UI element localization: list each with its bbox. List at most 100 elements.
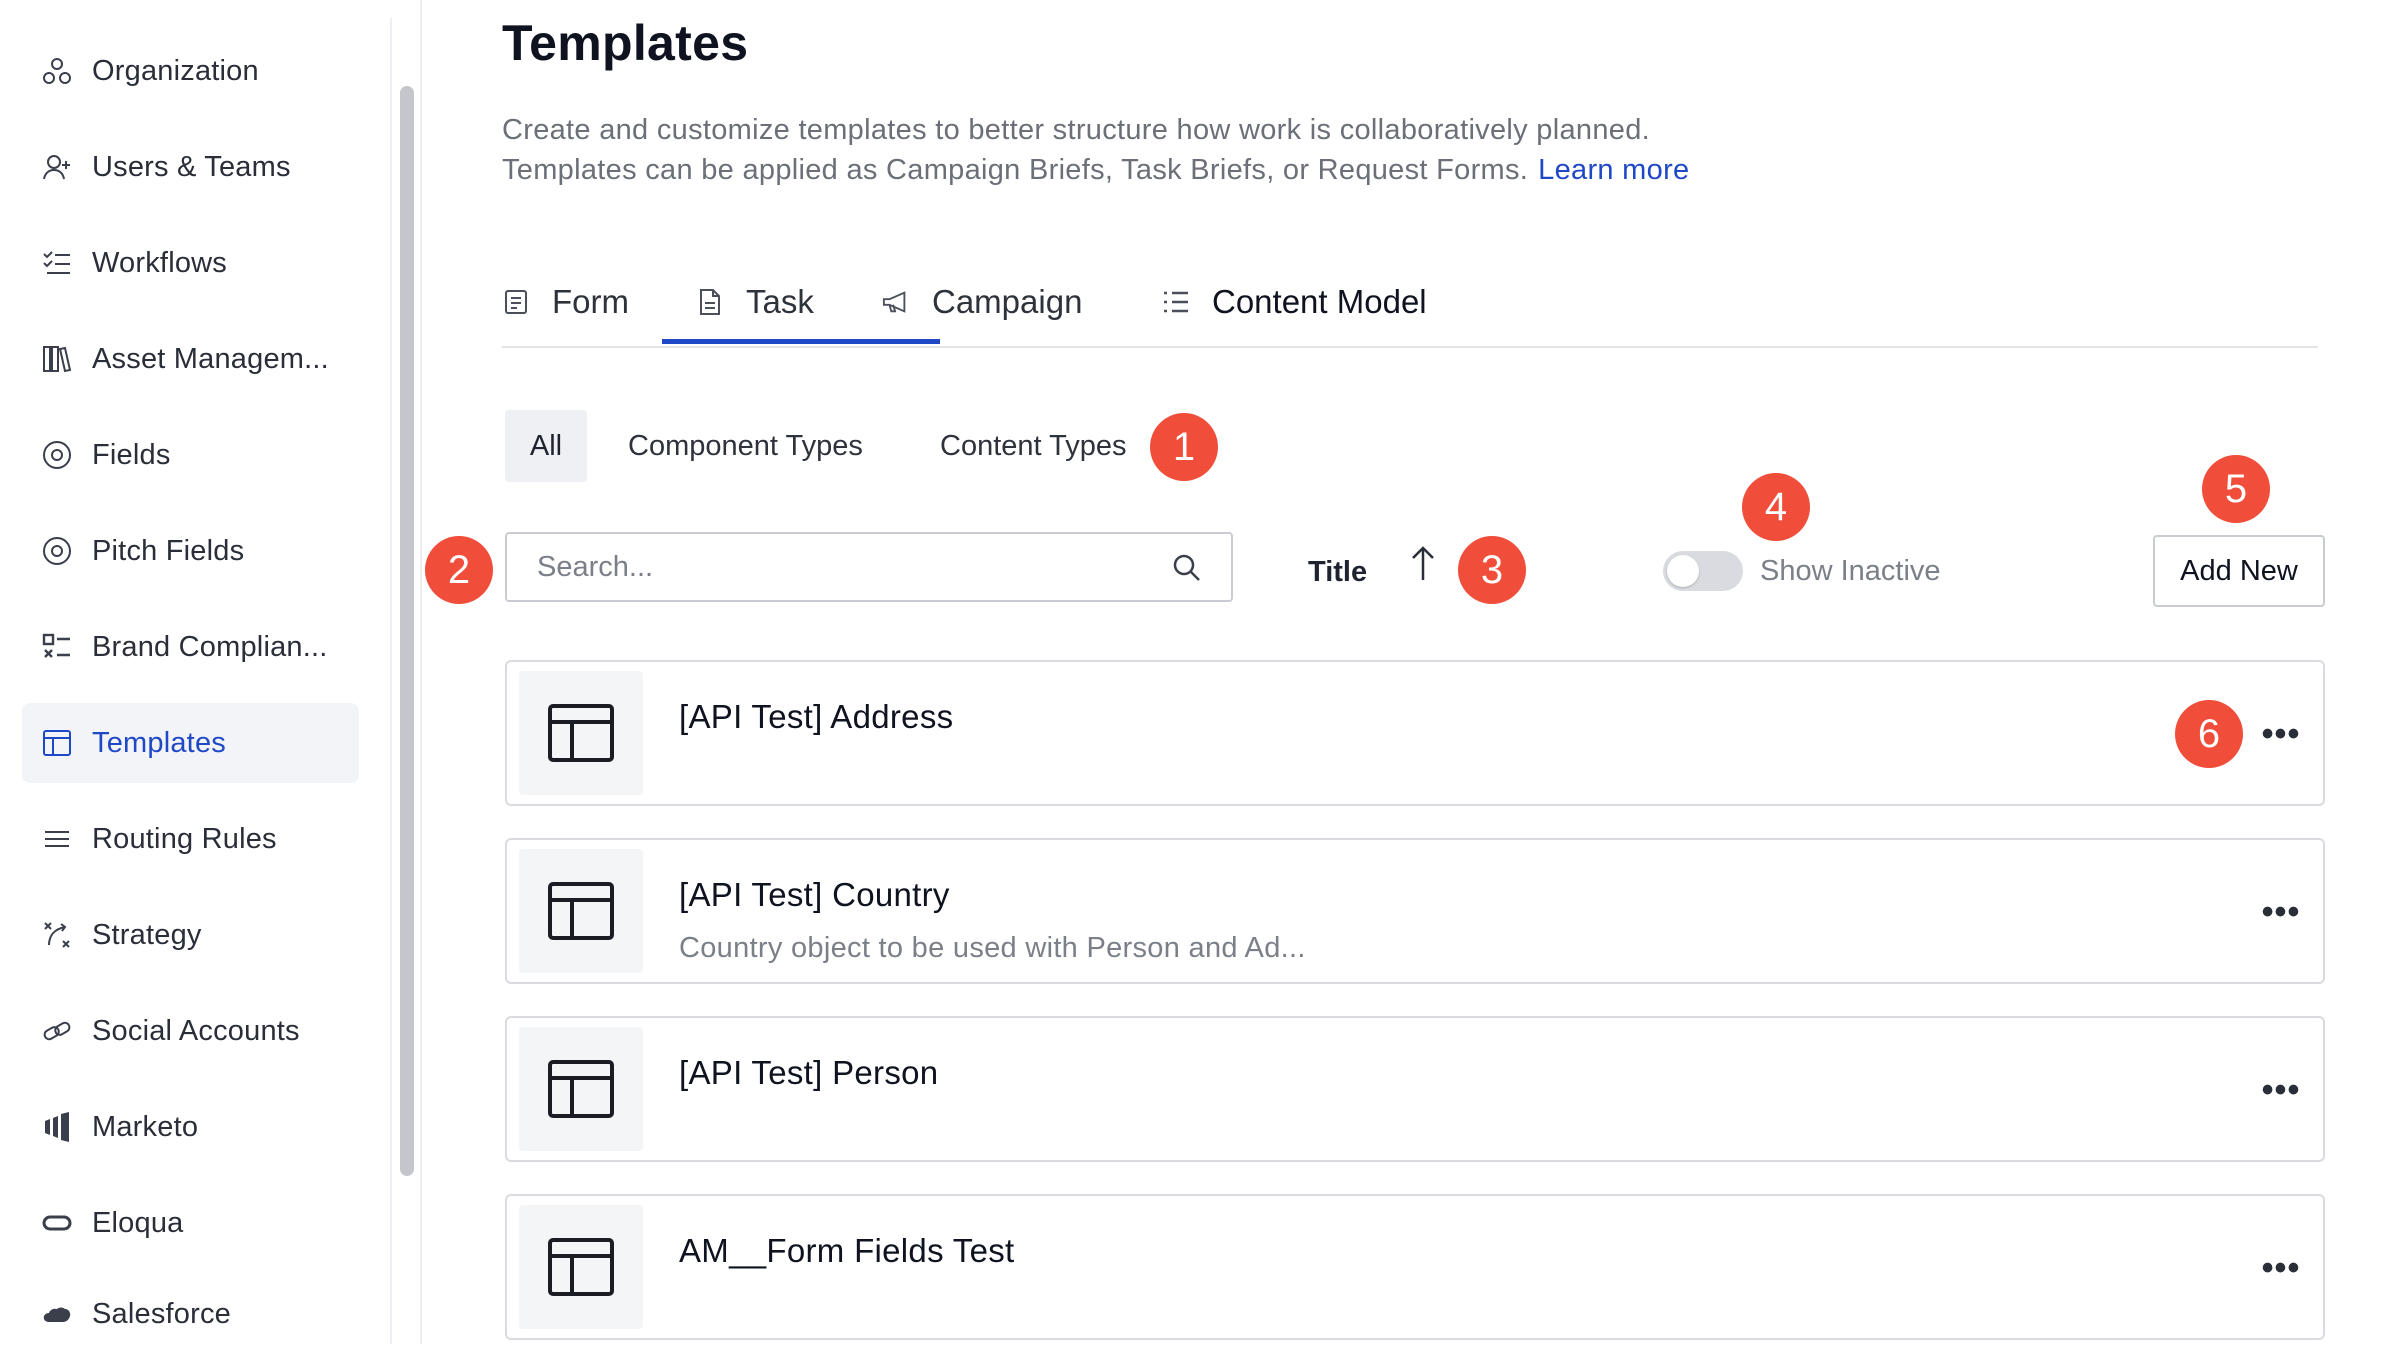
annotation-badge-4: 4: [1742, 473, 1810, 541]
annotation-badge-1: 1: [1150, 413, 1218, 481]
template-title[interactable]: [API Test] Address: [679, 698, 953, 736]
sidebar-item-label: Salesforce: [92, 1297, 232, 1330]
template-thumbnail: [519, 1027, 643, 1151]
sort-field-label[interactable]: Title: [1308, 556, 1367, 589]
annotation-badge-6: 6: [2175, 700, 2243, 768]
more-options-icon[interactable]: •••: [2261, 714, 2301, 754]
sidebar-item-brand-compliance[interactable]: Brand Complian...: [22, 607, 359, 687]
show-inactive-label: Show Inactive: [1760, 555, 1941, 587]
description-text: Templates can be applied as Campaign Bri…: [502, 154, 1529, 186]
pitch-fields-icon: [39, 533, 75, 569]
tab-content-model[interactable]: Content Model: [1162, 258, 1427, 346]
tab-campaign[interactable]: Campaign: [882, 258, 1082, 346]
sidebar-item-eloqua[interactable]: Eloqua: [22, 1183, 359, 1263]
sidebar-item-templates[interactable]: Templates: [22, 703, 359, 783]
sidebar-item-label: Fields: [92, 438, 171, 471]
sidebar-item-social-accounts[interactable]: Social Accounts: [22, 991, 359, 1071]
sidebar-item-label: Routing Rules: [92, 822, 277, 855]
filter-component-types[interactable]: Component Types: [628, 410, 863, 482]
sidebar-item-label: Brand Complian...: [92, 630, 328, 663]
sidebar-item-label: Users & Teams: [92, 150, 291, 183]
toggle-knob: [1667, 555, 1699, 587]
library-icon: [39, 341, 75, 377]
template-card[interactable]: AM__Form Fields Test •••: [505, 1194, 2325, 1340]
sidebar-item-label: Workflows: [92, 246, 228, 279]
search-field[interactable]: [505, 532, 1233, 602]
sidebar: Organization Users & Teams Workflows Ass…: [0, 0, 390, 1344]
sidebar-scrollbar[interactable]: [400, 86, 414, 1176]
task-icon: [696, 288, 724, 316]
sidebar-item-strategy[interactable]: Strategy: [22, 895, 359, 975]
sidebar-divider: [390, 18, 392, 1344]
sidebar-item-salesforce[interactable]: Salesforce: [22, 1274, 359, 1354]
sidebar-item-marketo[interactable]: Marketo: [22, 1087, 359, 1167]
sidebar-item-label: Templates: [92, 726, 226, 759]
fields-icon: [39, 437, 75, 473]
marketo-icon: [39, 1109, 75, 1145]
page-title: Templates: [502, 15, 749, 71]
template-title[interactable]: [API Test] Person: [679, 1054, 938, 1092]
sidebar-item-pitch-fields[interactable]: Pitch Fields: [22, 511, 359, 591]
filter-content-types[interactable]: Content Types: [940, 410, 1126, 482]
template-type-tabs: Form Task Campaign Content Model: [502, 258, 2318, 348]
link-icon: [39, 1013, 75, 1049]
learn-more-link[interactable]: Learn more: [1538, 154, 1689, 186]
sidebar-item-label: Pitch Fields: [92, 534, 245, 567]
template-layout-icon: [548, 1060, 614, 1118]
routing-icon: [39, 821, 75, 857]
sidebar-item-routing-rules[interactable]: Routing Rules: [22, 799, 359, 879]
page-description: Create and customize templates to better…: [502, 110, 1689, 190]
template-card[interactable]: [API Test] Country Country object to be …: [505, 838, 2325, 984]
workflows-icon: [39, 245, 75, 281]
tab-label: Form: [552, 283, 629, 320]
template-layout-icon: [548, 704, 614, 762]
list-icon: [1162, 288, 1190, 316]
template-card[interactable]: [API Test] Person •••: [505, 1016, 2325, 1162]
form-icon: [502, 288, 530, 316]
search-icon[interactable]: [1171, 552, 1203, 584]
tab-task[interactable]: Task: [696, 258, 814, 346]
strategy-icon: [39, 917, 75, 953]
sidebar-item-label: Eloqua: [92, 1206, 184, 1239]
sidebar-item-label: Asset Managem...: [92, 342, 329, 375]
more-options-icon[interactable]: •••: [2261, 1070, 2301, 1110]
template-card[interactable]: [API Test] Address 6 •••: [505, 660, 2325, 806]
add-new-button[interactable]: Add New: [2153, 535, 2325, 607]
filter-all[interactable]: All: [505, 410, 587, 482]
tab-label: Campaign: [932, 283, 1083, 320]
template-layout-icon: [548, 1238, 614, 1296]
annotation-badge-5: 5: [2202, 455, 2270, 523]
megaphone-icon: [882, 288, 910, 316]
search-input[interactable]: [535, 549, 1139, 585]
sidebar-item-fields[interactable]: Fields: [22, 415, 359, 495]
sort-ascending-icon[interactable]: [1405, 544, 1441, 584]
active-tab-indicator: [662, 339, 940, 344]
more-options-icon[interactable]: •••: [2261, 892, 2301, 932]
brand-compliance-icon: [39, 629, 75, 665]
users-icon: [39, 149, 75, 185]
organization-icon: [39, 53, 75, 89]
more-options-icon[interactable]: •••: [2261, 1248, 2301, 1288]
sidebar-item-users-teams[interactable]: Users & Teams: [22, 127, 359, 207]
salesforce-icon: [39, 1296, 75, 1332]
templates-icon: [39, 725, 75, 761]
template-thumbnail: [519, 671, 643, 795]
show-inactive-toggle[interactable]: [1663, 551, 1743, 591]
template-title[interactable]: [API Test] Country: [679, 876, 950, 914]
sidebar-item-asset-management[interactable]: Asset Managem...: [22, 319, 359, 399]
template-layout-icon: [548, 882, 614, 940]
template-thumbnail: [519, 1205, 643, 1329]
template-description: Country object to be used with Person an…: [679, 932, 1306, 964]
eloqua-icon: [39, 1205, 75, 1241]
sidebar-item-label: Social Accounts: [92, 1014, 300, 1047]
template-title[interactable]: AM__Form Fields Test: [679, 1232, 1014, 1270]
sidebar-item-label: Organization: [92, 54, 259, 87]
tab-form[interactable]: Form: [502, 258, 629, 346]
main-divider: [420, 0, 422, 1344]
sidebar-item-organization[interactable]: Organization: [22, 31, 359, 111]
sidebar-item-workflows[interactable]: Workflows: [22, 223, 359, 303]
sidebar-item-label: Strategy: [92, 918, 202, 951]
description-line-1: Create and customize templates to better…: [502, 114, 1650, 146]
template-thumbnail: [519, 849, 643, 973]
annotation-badge-2: 2: [425, 536, 493, 604]
